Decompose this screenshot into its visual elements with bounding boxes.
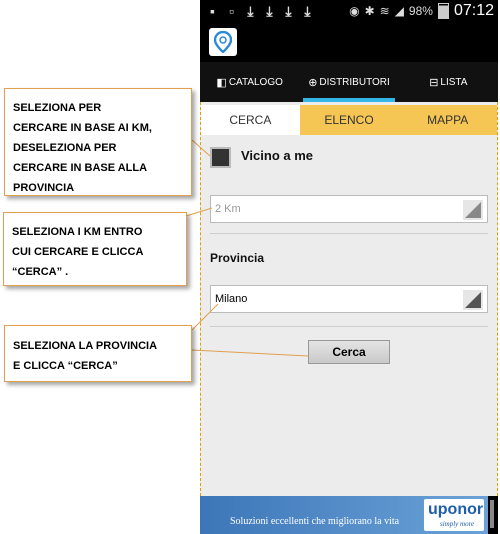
- callout-province: SELEZIONA LA PROVINCIA E CLICCA “CERCA”: [4, 325, 192, 382]
- connector-line: [185, 207, 213, 217]
- callout-near-me: SELEZIONA PER CERCARE IN BASE AI KM, DES…: [4, 88, 192, 196]
- callout-line: SELEZIONA LA PROVINCIA: [13, 340, 158, 352]
- connector-line: [191, 349, 309, 357]
- callout-km: SELEZIONA I KM ENTRO CUI CERCARE E CLICC…: [3, 212, 187, 286]
- connector-line: [191, 303, 219, 331]
- callout-line: SELEZIONA I KM ENTRO: [12, 226, 143, 238]
- callout-line: E CLICCA “CERCA”: [13, 360, 118, 372]
- callout-line: CERCARE IN BASE AI KM,: [13, 122, 152, 134]
- callout-line: “CERCA” .: [12, 266, 69, 278]
- connector-line: [191, 139, 211, 157]
- callout-line: SELEZIONA PER: [13, 102, 102, 114]
- callout-line: DESELEZIONA PER: [13, 142, 117, 154]
- callout-line: CUI CERCARE E CLICCA: [12, 246, 144, 258]
- callout-line: PROVINCIA: [13, 182, 75, 194]
- callout-line: CERCARE IN BASE ALLA: [13, 162, 148, 174]
